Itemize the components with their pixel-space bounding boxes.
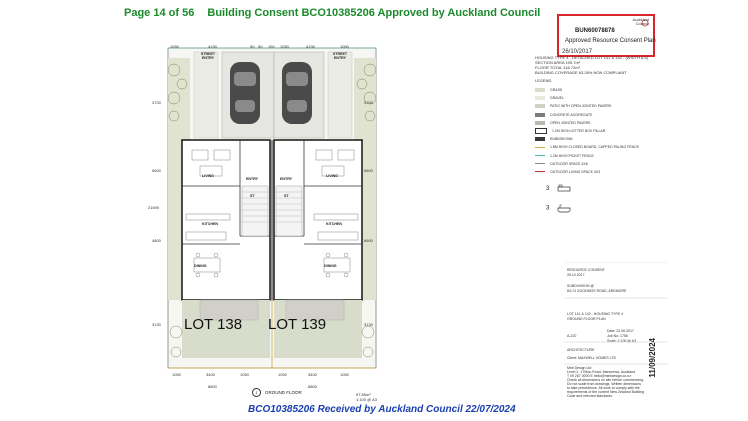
legend-swatch (535, 171, 545, 173)
room-st-left: ST (250, 194, 255, 198)
legend-item: OUTDOOR LIVING SPACE 4X3 (535, 168, 655, 176)
room-dining-left: DINING (194, 264, 207, 268)
symbol-count: 3 (546, 205, 550, 212)
top-dim: 1050 (280, 44, 289, 49)
lot-label-139: LOT 139 (268, 316, 327, 333)
legend-label: 1.2M HIGH PICKET FENCE (550, 153, 594, 158)
bottom-dim: 1050 (278, 372, 287, 377)
legend-swatch (535, 120, 545, 125)
top-dim: 1050 (340, 44, 349, 49)
legend-label: CONCRETE AGGREGATE (550, 112, 593, 117)
bottom-dim: 1050 (240, 372, 249, 377)
bed-icon (557, 184, 571, 192)
top-dim: 90 (250, 44, 255, 49)
legend-swatch (535, 163, 545, 165)
housing-info: HOUSING TYPE 4 - DETACHED LOT 141 & 142 … (535, 55, 648, 75)
room-st-right: ST (284, 194, 289, 198)
legend-swatch (535, 137, 545, 142)
logo-text: Council (635, 21, 649, 26)
legend-swatch (535, 146, 545, 148)
legend-item: GRASS (535, 86, 655, 94)
drawing-number: 1 (252, 388, 261, 397)
legend-swatch (535, 96, 545, 101)
room-dining-right: DINING (324, 264, 337, 268)
room-kitchen-left: KITCHEN (202, 222, 218, 226)
legend-title: LEGEND (535, 78, 552, 83)
left-dim: 5600 (152, 168, 161, 173)
left-dim-total: 21690 (148, 205, 160, 210)
legend-swatch (535, 112, 545, 117)
consent-title: Building Consent BCO10385206 Approved by… (207, 7, 541, 19)
legend-item: 1.8M HIGH CLOSED BOARD, CAPPED PALING FE… (535, 143, 655, 151)
bottom-total: 8800 (208, 384, 217, 389)
legend-item: GRAVEL (535, 94, 655, 102)
legend-symbol-2: 3 (546, 203, 571, 213)
bath-icon (557, 204, 571, 213)
room-living-left: LIVING (202, 174, 214, 178)
right-dim: 3130 (364, 322, 373, 327)
legend-swatch (535, 104, 545, 109)
legend-item: OPEN JOINTED PAVERS (535, 119, 655, 127)
legend-label: OPEN JOINTED PAVERS (550, 120, 591, 125)
council-logo: Auckland Council (627, 18, 649, 32)
top-dim: 4190 (208, 44, 217, 49)
bottom-dim: 1050 (340, 372, 349, 377)
top-dim: 1050 (170, 44, 179, 49)
legend-swatch (535, 128, 547, 135)
legend-label: GRASS (550, 88, 563, 93)
room-entry-left: ENTRY (246, 177, 259, 181)
car-icon (282, 62, 312, 124)
legend-label: 1.8M HIGH CLOSED BOARD, CAPPED PALING FE… (550, 145, 640, 150)
title-block-frame (564, 262, 668, 365)
legend-item: OUTDOOR SPACE 4X6 (535, 160, 655, 168)
legend-label: GRAVEL (550, 96, 564, 101)
legend-symbol-1: 3 (546, 184, 571, 193)
legend: LEGEND GRASS GRAVEL PATIO WITH OPEN JOINTE… (535, 78, 655, 176)
right-dim: 6600 (364, 238, 373, 243)
legend-item: PATIO WITH OPEN JOINTED PAVERS (535, 102, 655, 110)
room-entry-right: ENTRY (280, 177, 293, 181)
left-dim: 3700 (152, 100, 161, 105)
bottom-total: 8800 (308, 384, 317, 389)
left-dim: 4800 (152, 238, 161, 243)
drawing-name: GROUND FLOOR (265, 390, 302, 395)
legend-swatch (535, 155, 545, 157)
legend-label: OUTDOOR SPACE 4X6 (550, 161, 588, 166)
top-dim: 90 (258, 44, 263, 49)
legend-item: 1.2M HIGH LETTER BOX PILLAR (535, 127, 655, 135)
lot-label-138: LOT 138 (184, 316, 243, 333)
legend-item: 1.2M HIGH PICKET FENCE (535, 152, 655, 160)
symbol-count: 3 (546, 186, 550, 193)
street-entry-left: STREET ENTRY (200, 52, 216, 60)
bottom-dim: 3400 (308, 372, 317, 377)
drawing-scale: 1:100 @ A3 (356, 397, 377, 402)
legend-label: 1.2M HIGH LETTER BOX PILLAR (552, 129, 606, 134)
info-line: BUILDING COVERAGE 63.26% NON COMPLIANT (535, 70, 627, 75)
stamp-text: Approved Resource Consent Plan (565, 38, 656, 44)
car-icon (230, 62, 260, 124)
legend-label: RUBBISH BIN (550, 137, 573, 142)
vertical-date: 11/09/2024 (648, 338, 657, 378)
room-kitchen-right: KITCHEN (326, 222, 342, 226)
legend-label: OUTDOOR LIVING SPACE 4X3 (550, 169, 601, 174)
left-dim: 3130 (152, 322, 161, 327)
legend-item: RUBBISH BIN (535, 135, 655, 143)
floor-plan: STREET ENTRY STREET ENTRY LIVING LIVING … (160, 36, 384, 378)
page-header: Page 14 of 56 Building Consent BCO103852… (124, 7, 540, 19)
right-dim: 3700 (364, 100, 373, 105)
bottom-dim: 3400 (206, 372, 215, 377)
top-dim: 150 (268, 44, 275, 49)
top-dim: 4190 (306, 44, 315, 49)
bottom-dim: 1050 (172, 372, 181, 377)
street-entry-right: STREET ENTRY (332, 52, 348, 60)
legend-label: PATIO WITH OPEN JOINTED PAVERS (550, 104, 612, 109)
legend-item: CONCRETE AGGREGATE (535, 111, 655, 119)
page-label: Page 14 of 56 (124, 7, 195, 19)
legend-swatch (535, 88, 545, 93)
drawing-title: 1 GROUND FLOOR (252, 388, 302, 397)
room-living-right: LIVING (326, 174, 338, 178)
page-footer: BCO10385206 Received by Auckland Council… (248, 404, 516, 415)
right-dim: 5600 (364, 168, 373, 173)
stamp-id: BUN60078878 (575, 28, 615, 34)
